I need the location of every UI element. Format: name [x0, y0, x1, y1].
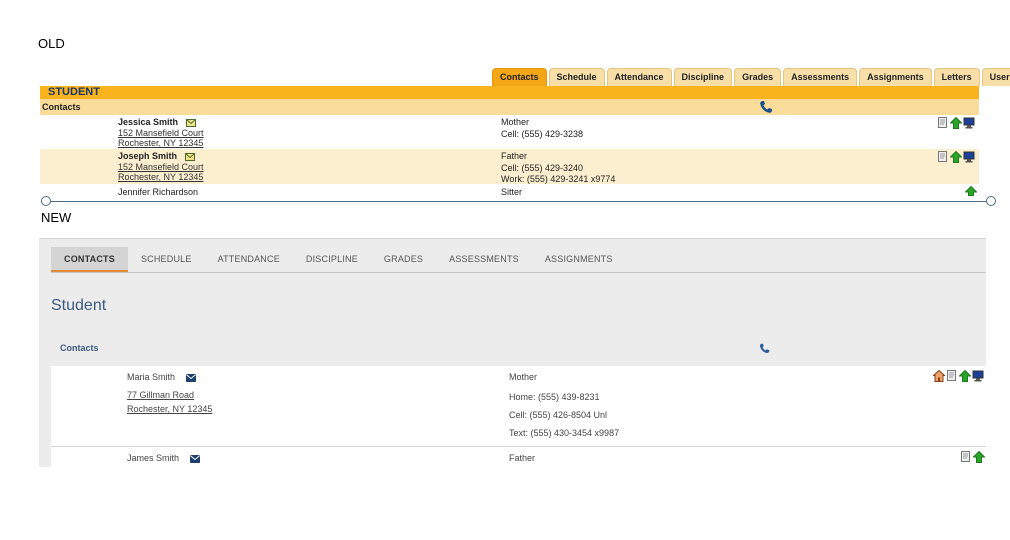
document-icon[interactable] — [937, 151, 949, 163]
old-relation: Sitter — [501, 187, 523, 197]
old-contact-name-wrap: Jessica Smith — [118, 117, 196, 127]
new-contact-name-wrap: Maria Smith — [127, 372, 196, 382]
new-tab-attendance[interactable]: ATTENDANCE — [205, 247, 293, 271]
old-tab-schedule[interactable]: Schedule — [548, 68, 605, 86]
new-phone: Cell: (555) 426-8504 Unl — [509, 410, 608, 420]
divider-handle-right[interactable] — [986, 196, 996, 206]
old-address-line1[interactable]: 152 Mansefield Court — [118, 162, 204, 172]
new-address-line2[interactable]: Rochester, NY 12345 — [127, 404, 212, 414]
new-relation: Father — [509, 453, 536, 463]
old-tab-letters[interactable]: Letters — [933, 68, 980, 86]
old-address-line2[interactable]: Rochester, NY 12345 — [118, 172, 203, 182]
computer-icon[interactable] — [963, 117, 975, 129]
old-tab-assignments[interactable]: Assignments — [859, 68, 932, 86]
old-contact-row: Jessica Smith 152 Mansefield Court Roche… — [40, 115, 979, 149]
old-tab-attendance[interactable]: Attendance — [606, 68, 672, 86]
new-tab-schedule[interactable]: SCHEDULE — [128, 247, 205, 271]
divider-handle-left[interactable] — [41, 196, 51, 206]
old-phone: Cell: (555) 429-3238 — [501, 129, 584, 139]
divider-line — [46, 201, 992, 202]
mail-icon[interactable] — [185, 373, 196, 382]
old-label: OLD — [38, 36, 65, 51]
old-contact-name-wrap: Joseph Smith — [118, 151, 195, 161]
old-contacts-label: Contacts — [42, 102, 81, 112]
old-contact-name: Joseph Smith — [118, 151, 178, 161]
new-relation: Mother — [509, 372, 538, 382]
phone-icon[interactable] — [759, 100, 773, 114]
up-arrow-icon[interactable] — [950, 151, 962, 163]
new-phone: Home: (555) 439-8231 — [509, 392, 600, 402]
old-contact-row: Joseph Smith 152 Mansefield Court Roches… — [40, 149, 979, 184]
new-contact-row: James Smith Father — [51, 447, 986, 467]
new-phone: Text: (555) 430-3454 x9987 — [509, 428, 620, 438]
new-label: NEW — [41, 210, 72, 225]
old-tab-user-defined[interactable]: User Defined — [981, 68, 1010, 86]
computer-icon[interactable] — [963, 151, 975, 163]
new-tab-bar: CONTACTS SCHEDULE ATTENDANCE DISCIPLINE … — [51, 247, 626, 273]
old-relation: Father — [501, 151, 528, 161]
old-student-title: STUDENT — [48, 86, 100, 98]
old-address-line1[interactable]: 152 Mansefield Court — [118, 128, 204, 138]
new-contacts-label: Contacts — [60, 343, 99, 353]
old-contact-row: Jennifer Richardson Sitter — [40, 184, 979, 199]
new-tab-discipline[interactable]: DISCIPLINE — [293, 247, 371, 271]
document-icon[interactable] — [937, 117, 949, 129]
new-panel: CONTACTS SCHEDULE ATTENDANCE DISCIPLINE … — [39, 238, 986, 467]
up-arrow-icon[interactable] — [973, 451, 985, 463]
old-relation: Mother — [501, 117, 530, 127]
new-tab-assessments[interactable]: ASSESSMENTS — [436, 247, 532, 271]
up-arrow-icon[interactable] — [959, 370, 971, 382]
new-tab-contacts[interactable]: CONTACTS — [51, 247, 128, 273]
old-address-line2[interactable]: Rochester, NY 12345 — [118, 138, 203, 148]
new-tab-underline — [51, 272, 986, 273]
mail-icon[interactable] — [185, 118, 196, 127]
new-student-title: Student — [51, 297, 107, 314]
old-tab-contacts[interactable]: Contacts — [492, 68, 547, 86]
new-contact-row: Maria Smith 77 Gillman Road Rochester, N… — [51, 366, 986, 446]
old-tab-grades[interactable]: Grades — [734, 68, 782, 86]
up-arrow-icon[interactable] — [950, 117, 962, 129]
phone-icon[interactable] — [759, 343, 770, 354]
old-tab-assessments[interactable]: Assessments — [783, 68, 858, 86]
old-phone: Work: (555) 429-3241 x9774 — [501, 174, 616, 184]
old-contact-name: Jennifer Richardson — [118, 187, 199, 197]
home-icon[interactable] — [933, 370, 945, 382]
new-tab-grades[interactable]: GRADES — [371, 247, 436, 271]
old-contacts-header: Contacts — [40, 99, 979, 115]
up-arrow-icon[interactable] — [965, 186, 977, 196]
computer-icon[interactable] — [972, 370, 984, 382]
old-contact-name: Jessica Smith — [118, 117, 179, 127]
document-icon[interactable] — [960, 451, 972, 463]
mail-icon[interactable] — [189, 454, 200, 463]
old-phone: Cell: (555) 429-3240 — [501, 163, 584, 173]
old-student-header: STUDENT — [40, 86, 979, 99]
new-contact-name: James Smith — [127, 453, 180, 463]
new-contact-name: Maria Smith — [127, 372, 176, 382]
mail-icon[interactable] — [184, 152, 195, 161]
document-icon[interactable] — [946, 370, 958, 382]
old-tab-bar: Contacts Schedule Attendance Discipline … — [492, 68, 1010, 86]
new-address-line1[interactable]: 77 Gillman Road — [127, 390, 194, 400]
old-tab-discipline[interactable]: Discipline — [673, 68, 733, 86]
new-contact-name-wrap: James Smith — [127, 453, 200, 463]
new-tab-assignments[interactable]: ASSIGNMENTS — [532, 247, 626, 271]
